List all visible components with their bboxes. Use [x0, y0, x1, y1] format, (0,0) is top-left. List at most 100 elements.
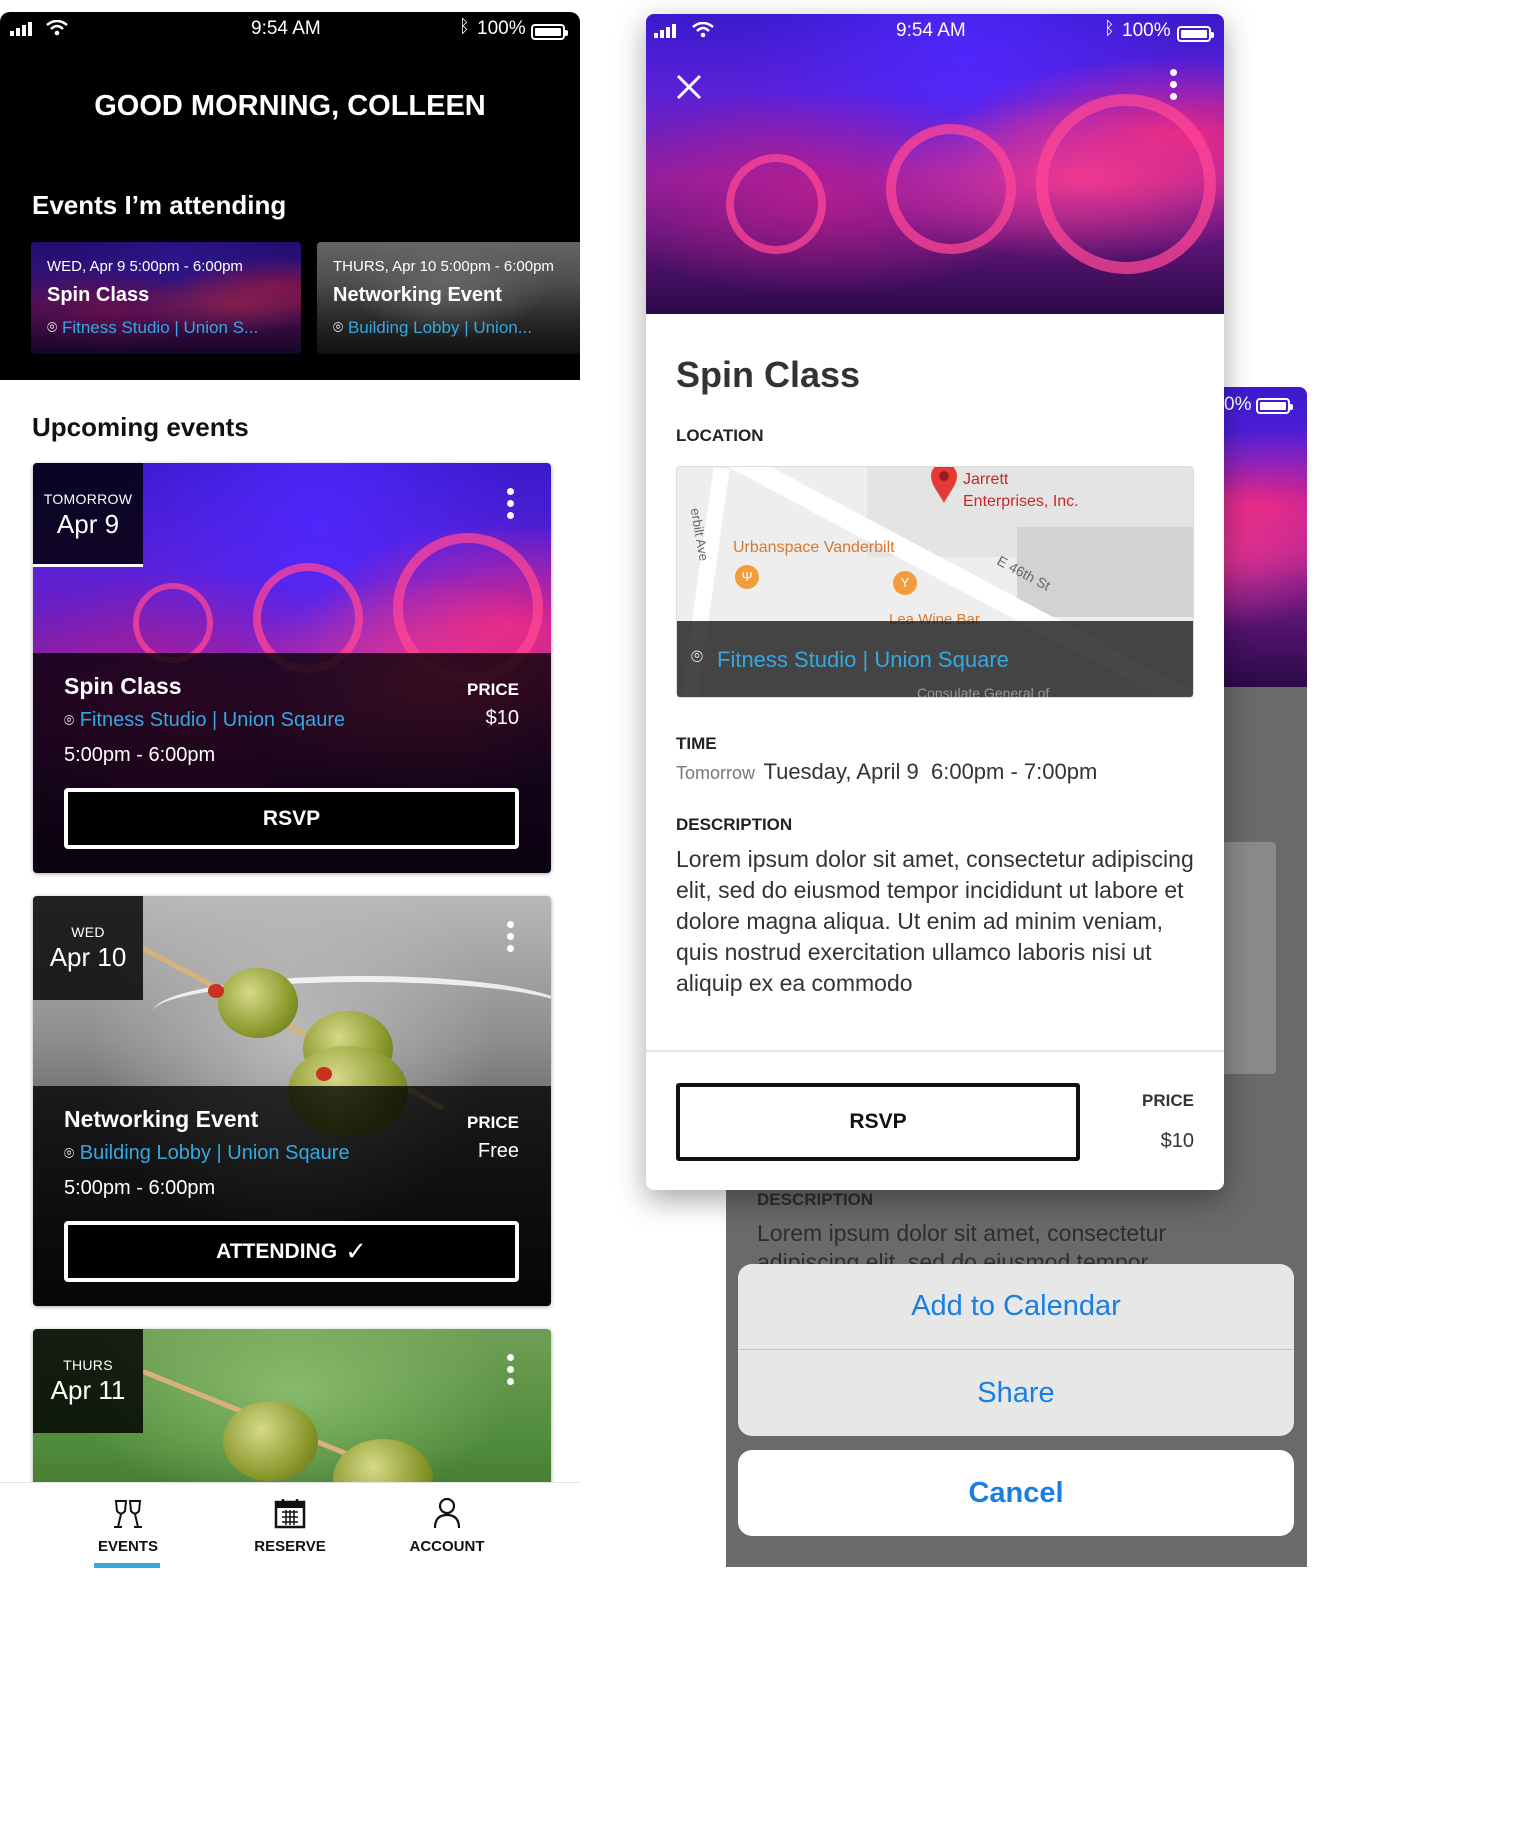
attending-heading: Events I’m attending: [32, 190, 287, 220]
detail-title: Spin Class: [676, 354, 861, 395]
calendar-icon: [274, 1499, 306, 1529]
status-time: 9:54 AM: [896, 20, 966, 41]
background-battery-text: 0%: [1224, 394, 1252, 415]
attending-button-label: ATTENDING: [216, 1239, 338, 1263]
action-sheet: Add to Calendar Share: [738, 1264, 1294, 1436]
event-detail-modal: 9:54 AM ᛒ 100% Spin Class LOCATION Jarre…: [646, 14, 1224, 1190]
event-card-spin[interactable]: TOMORROW Apr 9 Spin Class ⌾ Fitness Stud…: [33, 463, 551, 873]
map-location-bar[interactable]: ⌾ Fitness Studio | Union Square Consulat…: [677, 621, 1193, 698]
event-time: 5:00pm - 6:00pm: [64, 744, 216, 766]
bar-icon: Y: [893, 571, 917, 595]
event-location-text: Building Lobby | Union Sqaure: [79, 1142, 350, 1164]
battery-icon: [531, 23, 568, 40]
battery-icon: [1177, 25, 1214, 42]
signal-icon: [654, 24, 676, 38]
tab-account[interactable]: ACCOUNT: [387, 1483, 507, 1568]
pin-icon: ⌾: [333, 318, 344, 337]
location-map[interactable]: Jarrett Enterprises, Inc. Urbanspace Van…: [676, 466, 1194, 698]
close-icon[interactable]: [676, 74, 702, 100]
attending-time: WED, Apr 9 5:00pm - 6:00pm: [47, 258, 243, 275]
status-time: 9:54 AM: [251, 18, 321, 39]
bluetooth-icon: ᛒ: [459, 16, 470, 36]
date-day: WED: [71, 924, 105, 940]
date-day: THURS: [63, 1357, 113, 1373]
add-to-calendar-button[interactable]: Add to Calendar: [738, 1264, 1294, 1350]
pimento: [316, 1067, 332, 1081]
map-poi-jarrett: Jarrett: [963, 471, 1009, 488]
description-text: Lorem ipsum dolor sit amet, consectetur …: [676, 846, 1194, 996]
cancel-label: Cancel: [968, 1476, 1064, 1509]
more-icon[interactable]: [507, 1354, 515, 1390]
upcoming-heading: Upcoming events: [32, 412, 249, 442]
bike-decor: [886, 124, 1016, 254]
attending-location[interactable]: ⌾ Fitness Studio | Union S...: [47, 318, 258, 338]
person-icon: [433, 1497, 461, 1529]
event-name: Networking Event: [64, 1106, 259, 1132]
attending-location[interactable]: ⌾ Building Lobby | Union...: [333, 318, 532, 338]
share-button[interactable]: Share: [738, 1350, 1294, 1436]
signal-icon: [10, 22, 32, 36]
bluetooth-icon: ᛒ: [1104, 18, 1115, 38]
event-time: 5:00pm - 6:00pm: [64, 1177, 216, 1199]
price-label: PRICE: [467, 680, 519, 699]
tab-events[interactable]: EVENTS: [68, 1483, 188, 1568]
event-info: Networking Event ⌾ Building Lobby | Unio…: [33, 1086, 551, 1306]
tab-indicator: [94, 1563, 160, 1568]
background-battery-icon: [1256, 397, 1293, 414]
attending-card-spin[interactable]: WED, Apr 9 5:00pm - 6:00pm Spin Class ⌾ …: [31, 242, 301, 354]
rsvp-button-label: RSVP: [262, 806, 321, 830]
event-location[interactable]: ⌾ Fitness Studio | Union Sqaure: [64, 709, 345, 732]
tab-label: ACCOUNT: [409, 1538, 485, 1555]
price-value: Free: [477, 1140, 519, 1162]
pin-icon: ⌾: [64, 1144, 75, 1163]
date-box: TOMORROW Apr 9: [33, 463, 143, 567]
pimento: [208, 984, 224, 998]
date-day: TOMORROW: [43, 491, 133, 507]
time-value: Tuesday, April 9 6:00pm - 7:00pm: [763, 759, 1098, 784]
tab-label: EVENTS: [97, 1538, 158, 1555]
event-location[interactable]: ⌾ Building Lobby | Union Sqaure: [64, 1142, 350, 1165]
detail-rsvp-button[interactable]: RSVP: [676, 1083, 1080, 1161]
date-box: WED Apr 10: [33, 896, 143, 1000]
greeting: GOOD MORNING, COLLEEN: [94, 90, 486, 122]
cancel-button[interactable]: Cancel: [738, 1450, 1294, 1536]
pin-icon: ⌾: [64, 711, 75, 730]
divider: [646, 1050, 1224, 1052]
tab-bar: EVENTS RESERVE ACCOUNT: [0, 1482, 580, 1568]
time-label: TIME: [676, 734, 717, 753]
detail-price-label: PRICE: [1142, 1091, 1194, 1110]
more-icon[interactable]: [507, 488, 515, 524]
date-box: THURS Apr 11: [33, 1329, 143, 1433]
date-date: Apr 9: [56, 509, 120, 539]
attending-name: Networking Event: [333, 284, 502, 306]
map-poi-consulate: Consulate General of: [917, 685, 1050, 698]
event-info: Spin Class ⌾ Fitness Studio | Union Sqau…: [33, 653, 551, 873]
olive: [223, 1401, 318, 1481]
wifi-icon: [46, 20, 68, 36]
restaurant-icon: Ψ: [735, 565, 759, 589]
map-pin-icon: [931, 467, 957, 503]
detail-hero: [646, 14, 1224, 314]
attending-location-text: Building Lobby | Union...: [347, 318, 532, 337]
more-icon[interactable]: [1170, 69, 1178, 100]
battery-percent: 100%: [1122, 20, 1171, 41]
tab-reserve[interactable]: RESERVE: [230, 1483, 350, 1568]
bike-decor: [726, 154, 826, 254]
rsvp-button-label: RSVP: [849, 1110, 907, 1133]
event-card-networking[interactable]: WED Apr 10 Networking Event ⌾ Building L…: [33, 896, 551, 1306]
background-description: Lorem ipsum dolor sit amet, consectetur: [757, 1220, 1167, 1246]
rsvp-button[interactable]: RSVP: [64, 788, 519, 849]
more-icon[interactable]: [507, 921, 515, 957]
left-phone: 9:54 AM ᛒ 100% GOOD MORNING, COLLEEN Eve…: [0, 12, 580, 1568]
event-name: Spin Class: [64, 673, 182, 699]
map-poi-jarrett-2: Enterprises, Inc.: [963, 493, 1079, 510]
time-row: Tomorrow Tuesday, April 9 6:00pm - 7:00p…: [676, 759, 1097, 785]
price-value: $10: [485, 707, 519, 729]
attending-time: THURS, Apr 10 5:00pm - 6:00pm: [333, 258, 554, 275]
map-block: [1017, 527, 1193, 617]
share-label: Share: [977, 1376, 1055, 1409]
map-poi-urbanspace: Urbanspace Vanderbilt: [733, 539, 895, 556]
attending-card-networking[interactable]: THURS, Apr 10 5:00pm - 6:00pm Networking…: [317, 242, 580, 354]
attending-button[interactable]: ATTENDING ✓: [64, 1221, 519, 1282]
glasses-icon: [114, 1500, 142, 1528]
